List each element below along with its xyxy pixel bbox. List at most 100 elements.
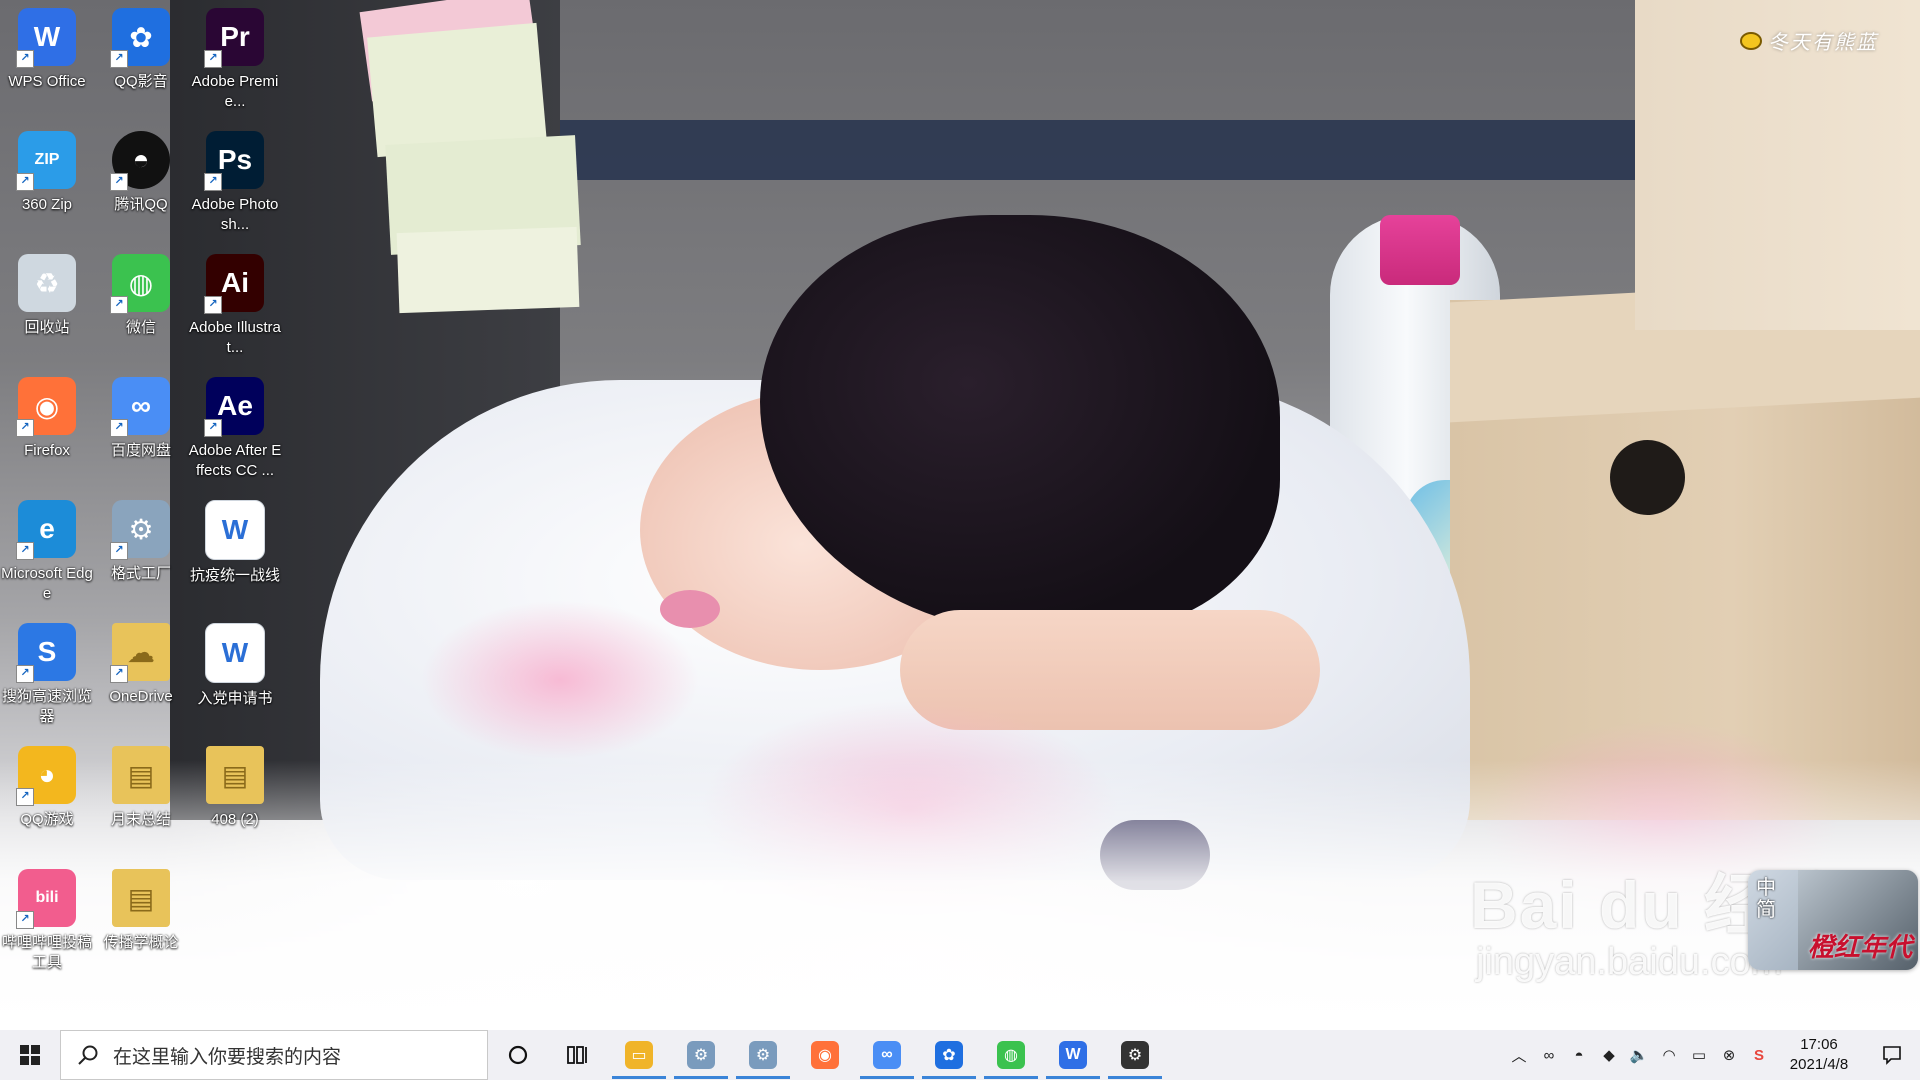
shortcut-arrow-icon: ↗: [204, 173, 222, 191]
desktop-icon[interactable]: Ai ↗ Adobe Illustrat...: [188, 246, 282, 369]
wallpaper-box-handle: [1610, 440, 1685, 515]
desktop-icon-label: Firefox: [24, 442, 70, 459]
desktop-icon[interactable]: ♻ 回收站: [0, 246, 94, 369]
desktop-icon[interactable]: W ↗ WPS Office: [0, 0, 94, 123]
running-indicator: [1046, 1076, 1100, 1079]
edge-icon: e ↗: [16, 500, 76, 560]
shortcut-arrow-icon: ↗: [16, 788, 34, 806]
cortana-button[interactable]: [488, 1030, 548, 1080]
show-hidden-icons[interactable]: ︿: [1504, 1030, 1534, 1080]
firefox-icon: ◉ ↗: [16, 377, 76, 437]
shortcut-arrow-icon: ↗: [16, 665, 34, 683]
wallpaper-sticky-note: [396, 226, 580, 314]
desktop-icon-label: OneDrive: [109, 688, 173, 705]
shortcut-arrow-icon: ↗: [204, 50, 222, 68]
desktop-icon-label: Adobe After Effects CC ...: [188, 442, 282, 479]
desktop-icon[interactable]: ☁ ↗ OneDrive: [94, 615, 188, 738]
clock-time: 17:06: [1800, 1036, 1838, 1053]
search-icon: [78, 1045, 98, 1065]
start-button[interactable]: [0, 1030, 60, 1080]
taskbar-app-wechat[interactable]: ◍: [980, 1030, 1042, 1080]
wifi-icon[interactable]: ◠: [1654, 1030, 1684, 1080]
shortcut-arrow-icon: ↗: [16, 50, 34, 68]
running-indicator: [612, 1076, 666, 1079]
cortana-circle-icon: [508, 1045, 528, 1065]
taskbar-app-format-factory-2[interactable]: ⚙: [732, 1030, 794, 1080]
ime-skin-brand: 橙红年代: [1807, 933, 1912, 963]
tray-icon-group: ︿ ∞ ◓ ◆ 🔈 ◠ ▭ ⊗ S: [1504, 1030, 1774, 1080]
desktop-icon[interactable]: bili ↗ 哔哩哔哩投稿工具: [0, 861, 94, 984]
running-indicator: [736, 1076, 790, 1079]
running-indicator: [674, 1076, 728, 1079]
shortcut-arrow-icon: ↗: [110, 296, 128, 314]
notification-icon: [1883, 1046, 1901, 1065]
sogou-ime-tray-icon[interactable]: S: [1744, 1030, 1774, 1080]
after-effects-icon: Ae ↗: [204, 377, 264, 437]
desktop-icon[interactable]: ⚙ ↗ 格式工厂: [94, 492, 188, 615]
desktop-icon-label: Microsoft Edge: [1, 565, 93, 602]
task-view-icon: [567, 1046, 587, 1064]
bilibili-icon: bili ↗: [16, 869, 76, 929]
desktop-icon[interactable]: W 抗疫统一战线: [188, 492, 282, 615]
desktop-icon[interactable]: e ↗ Microsoft Edge: [0, 492, 94, 615]
baidu-netdisk-tray-icon[interactable]: ∞: [1534, 1030, 1564, 1080]
taskbar-app-format-factory[interactable]: ⚙: [670, 1030, 732, 1080]
desktop-icon[interactable]: ▤ 408 (2): [188, 738, 282, 861]
desktop-icon[interactable]: ∞ ↗ 百度网盘: [94, 369, 188, 492]
taskbar-app-wps-office[interactable]: W: [1042, 1030, 1104, 1080]
desktop-icon[interactable]: ZIP ↗ 360 Zip: [0, 123, 94, 246]
desktop-icon-label: 入党申请书: [197, 690, 273, 707]
taskbar-app-firefox[interactable]: ◉: [794, 1030, 856, 1080]
dropbox-tray-icon[interactable]: ◆: [1594, 1030, 1624, 1080]
desktop-icon[interactable]: ◍ ↗ 微信: [94, 246, 188, 369]
shortcut-arrow-icon: ↗: [204, 296, 222, 314]
desktop-icon[interactable]: ▤ 月末总结: [94, 738, 188, 861]
running-indicator: [984, 1076, 1038, 1079]
battery-icon[interactable]: ▭: [1684, 1030, 1714, 1080]
premiere-icon: Pr ↗: [204, 8, 264, 68]
sogou-ime-status-widget[interactable]: 中 简 橙红年代: [1748, 870, 1918, 970]
qq-game-icon: ◕ ↗: [16, 746, 76, 806]
desktop-icon[interactable]: Ps ↗ Adobe Photosh...: [188, 123, 282, 246]
wechat-icon: ◍ ↗: [110, 254, 170, 314]
windows-logo-icon: [20, 1045, 40, 1065]
action-center-button[interactable]: [1864, 1030, 1920, 1080]
taskbar-pinned-apps: ▭ ⚙ ⚙ ◉ ∞ ✿ ◍ W ⚙: [608, 1030, 1166, 1080]
taskbar-app-baidu-netdisk[interactable]: ∞: [856, 1030, 918, 1080]
taskbar-search-box[interactable]: 在这里输入你要搜索的内容: [60, 1030, 488, 1080]
wallpaper-shelf-bar: [560, 120, 1640, 180]
wps-office-icon: W ↗: [16, 8, 76, 68]
running-indicator: [1108, 1076, 1162, 1079]
desktop-icon[interactable]: W 入党申请书: [188, 615, 282, 738]
desktop-icon[interactable]: S ↗ 搜狗高速浏览器: [0, 615, 94, 738]
network-disabled-icon[interactable]: ⊗: [1714, 1030, 1744, 1080]
running-indicator: [922, 1076, 976, 1079]
volume-icon[interactable]: 🔈: [1624, 1030, 1654, 1080]
desktop-icon-label: 月末总结: [110, 811, 171, 828]
desktop-icon-label: QQ影音: [114, 73, 168, 90]
task-view-button[interactable]: [548, 1030, 608, 1080]
shortcut-arrow-icon: ↗: [110, 419, 128, 437]
qq-tray-icon[interactable]: ◓: [1564, 1030, 1594, 1080]
shortcut-arrow-icon: ↗: [110, 173, 128, 191]
desktop-icon[interactable]: Ae ↗ Adobe After Effects CC ...: [188, 369, 282, 492]
taskbar-app-settings[interactable]: ⚙: [1104, 1030, 1166, 1080]
desktop-icon[interactable]: ▤ 传播学概论: [94, 861, 188, 984]
desktop-icon[interactable]: Pr ↗ Adobe Premie...: [188, 0, 282, 123]
desktop-icon-label: 抗疫统一战线: [189, 567, 280, 584]
baidu-netdisk-icon: ∞ ↗: [110, 377, 170, 437]
desktop-icon[interactable]: ✿ ↗ QQ影音: [94, 0, 188, 123]
format-factory-icon: ⚙: [749, 1041, 777, 1069]
taskbar-app-file-explorer[interactable]: ▭: [608, 1030, 670, 1080]
desktop-icon[interactable]: ◉ ↗ Firefox: [0, 369, 94, 492]
wallpaper-bottle-cap: [1380, 215, 1460, 285]
ime-mode-indicator[interactable]: 中 简: [1756, 876, 1776, 920]
onedrive-folder-icon: ☁ ↗: [110, 623, 170, 683]
desktop-icon-label: 408 (2): [211, 811, 259, 828]
taskbar-app-qq-player[interactable]: ✿: [918, 1030, 980, 1080]
desktop-icon[interactable]: ◕ ↗ QQ游戏: [0, 738, 94, 861]
desktop-icon-label: Adobe Illustrat...: [189, 319, 281, 356]
qq-icon: ◓ ↗: [110, 131, 170, 191]
taskbar-clock[interactable]: 17:06 2021/4/8: [1774, 1035, 1864, 1075]
desktop-icon[interactable]: ◓ ↗ 腾讯QQ: [94, 123, 188, 246]
